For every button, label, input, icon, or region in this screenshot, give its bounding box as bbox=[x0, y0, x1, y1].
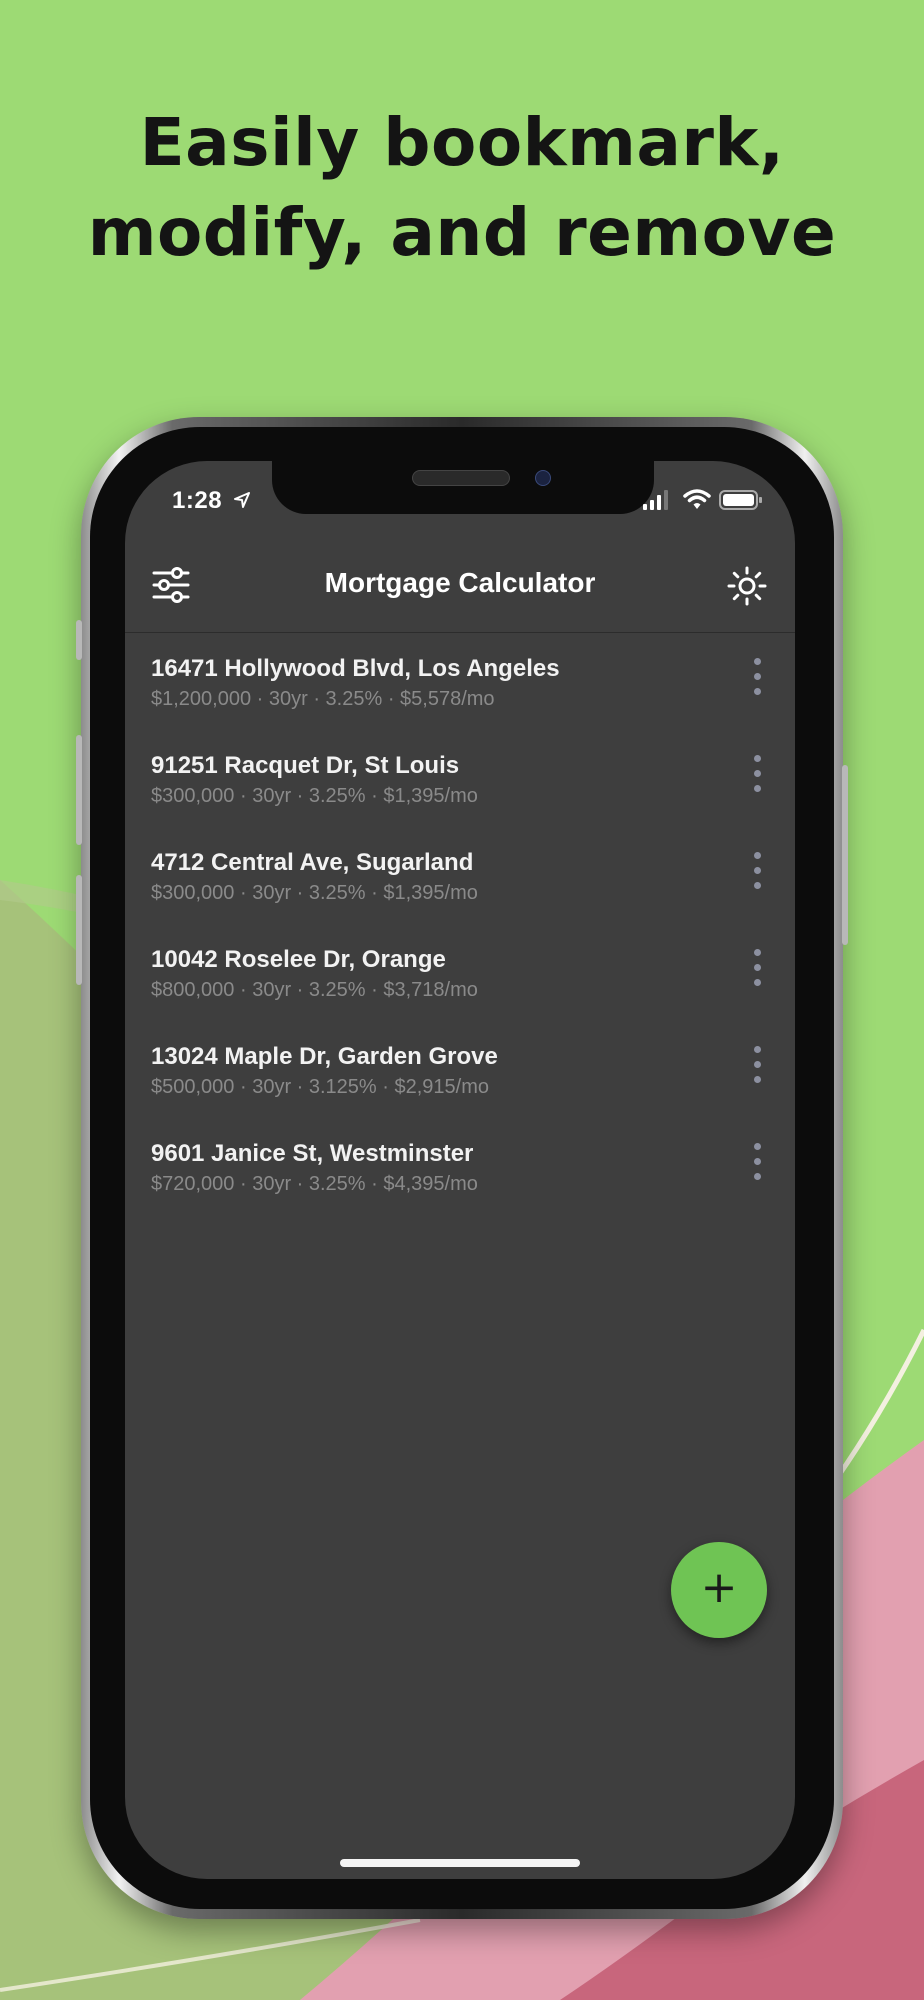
bookmark-item[interactable]: 91251 Racquet Dr, St Louis $300,000 · 30… bbox=[125, 752, 795, 848]
phone-silent-switch bbox=[76, 620, 82, 660]
bookmark-address: 16471 Hollywood Blvd, Los Angeles bbox=[151, 655, 560, 682]
more-options-icon[interactable] bbox=[747, 1143, 767, 1181]
promo-headline: Easily bookmark, modify, and remove bbox=[0, 98, 924, 278]
more-options-icon[interactable] bbox=[747, 755, 767, 793]
brightness-icon[interactable] bbox=[727, 566, 767, 606]
bookmark-details: $300,000 · 30yr · 3.25% · $1,395/mo bbox=[151, 882, 478, 904]
battery-icon bbox=[719, 490, 762, 510]
promo-headline-line-1: Easily bookmark, bbox=[139, 104, 785, 181]
promo-headline-line-2: modify, and remove bbox=[87, 194, 837, 271]
phone-power-button bbox=[842, 765, 848, 945]
bookmark-address: 13024 Maple Dr, Garden Grove bbox=[151, 1043, 498, 1070]
more-options-icon[interactable] bbox=[747, 1046, 767, 1084]
more-options-icon[interactable] bbox=[747, 658, 767, 696]
phone-notch bbox=[272, 461, 654, 514]
phone-volume-down-button bbox=[76, 875, 82, 985]
bookmark-details: $300,000 · 30yr · 3.25% · $1,395/mo bbox=[151, 785, 478, 807]
bookmark-address: 10042 Roselee Dr, Orange bbox=[151, 946, 446, 973]
bookmark-item[interactable]: 16471 Hollywood Blvd, Los Angeles $1,200… bbox=[125, 655, 795, 751]
bookmark-item[interactable]: 4712 Central Ave, Sugarland $300,000 · 3… bbox=[125, 849, 795, 945]
phone-speaker bbox=[412, 470, 510, 486]
bookmark-details: $720,000 · 30yr · 3.25% · $4,395/mo bbox=[151, 1173, 478, 1195]
bookmark-item[interactable]: 9601 Janice St, Westminster $720,000 · 3… bbox=[125, 1140, 795, 1236]
app-title: Mortgage Calculator bbox=[324, 567, 596, 598]
location-arrow-icon bbox=[234, 492, 250, 508]
bookmark-address: 9601 Janice St, Westminster bbox=[151, 1140, 474, 1167]
bookmark-item[interactable]: 13024 Maple Dr, Garden Grove $500,000 · … bbox=[125, 1043, 795, 1139]
home-indicator[interactable] bbox=[340, 1859, 580, 1867]
more-options-icon[interactable] bbox=[747, 949, 767, 987]
status-time: 1:28 bbox=[172, 487, 223, 514]
bookmark-details: $1,200,000 · 30yr · 3.25% · $5,578/mo bbox=[151, 688, 495, 710]
cellular-signal-icon bbox=[643, 490, 668, 510]
more-options-icon[interactable] bbox=[747, 852, 767, 890]
bookmark-address: 4712 Central Ave, Sugarland bbox=[151, 849, 474, 876]
app-bar-divider bbox=[125, 632, 795, 633]
bookmark-item[interactable]: 10042 Roselee Dr, Orange $800,000 · 30yr… bbox=[125, 946, 795, 1042]
phone-volume-up-button bbox=[76, 735, 82, 845]
bookmark-details: $800,000 · 30yr · 3.25% · $3,718/mo bbox=[151, 979, 478, 1001]
add-bookmark-button[interactable]: + bbox=[671, 1542, 767, 1638]
bookmark-address: 91251 Racquet Dr, St Louis bbox=[151, 752, 460, 779]
bookmark-details: $500,000 · 30yr · 3.125% · $2,915/mo bbox=[151, 1076, 489, 1098]
wifi-icon bbox=[683, 489, 711, 509]
front-camera bbox=[535, 470, 551, 486]
